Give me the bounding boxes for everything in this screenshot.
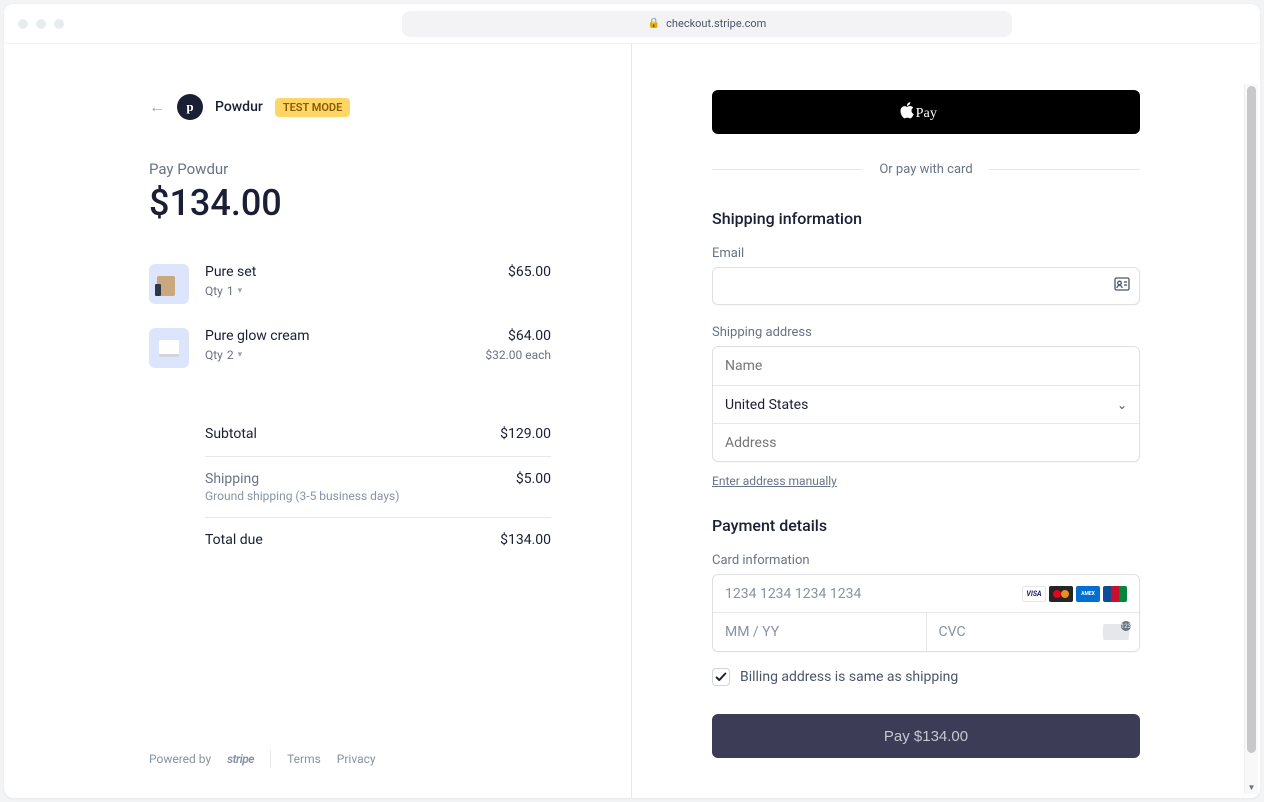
stripe-logo: stripe bbox=[227, 752, 254, 766]
privacy-link[interactable]: Privacy bbox=[337, 752, 376, 766]
browser-chrome: 🔒 checkout.stripe.com bbox=[4, 4, 1260, 44]
shipping-heading: Shipping information bbox=[712, 209, 1140, 228]
item-price-each: $32.00 each bbox=[485, 348, 551, 362]
card-brands: VISA AMEX bbox=[1022, 586, 1127, 602]
item-price: $64.00 bbox=[485, 328, 551, 344]
billing-same-checkbox[interactable] bbox=[712, 668, 730, 686]
country-select[interactable]: United States bbox=[725, 386, 1127, 423]
payment-form-panel: Pay Or pay with card Shipping informatio… bbox=[632, 44, 1260, 798]
svg-text:Pay: Pay bbox=[916, 105, 938, 121]
traffic-close[interactable] bbox=[18, 19, 28, 29]
cvc-card-icon bbox=[1103, 624, 1129, 640]
billing-same-label: Billing address is same as shipping bbox=[740, 669, 958, 685]
enter-manually-link[interactable]: Enter address manually bbox=[712, 474, 837, 488]
amex-icon: AMEX bbox=[1076, 586, 1100, 602]
shipping-address-label: Shipping address bbox=[712, 325, 1140, 340]
merchant-header: ← p Powdur TEST MODE bbox=[149, 94, 551, 120]
item-thumbnail bbox=[149, 264, 189, 304]
total-row: Total due $134.00 bbox=[205, 518, 551, 562]
card-expiry-input[interactable] bbox=[725, 624, 914, 640]
merchant-logo: p bbox=[177, 94, 203, 120]
item-name: Pure glow cream bbox=[205, 328, 469, 344]
merchant-name: Powdur bbox=[215, 99, 263, 115]
scroll-down-icon[interactable]: ▼ bbox=[1245, 780, 1258, 794]
check-icon bbox=[714, 670, 728, 684]
item-name: Pure set bbox=[205, 264, 492, 280]
divider-or: Or pay with card bbox=[712, 162, 1140, 177]
scrollbar-thumb[interactable] bbox=[1247, 86, 1256, 753]
apple-pay-button[interactable]: Pay bbox=[712, 90, 1140, 134]
chevron-down-icon: ▾ bbox=[238, 350, 243, 360]
item-qty-selector[interactable]: Qty 2 ▾ bbox=[205, 348, 469, 362]
billing-same-row: Billing address is same as shipping bbox=[712, 668, 1140, 686]
chevron-down-icon: ▾ bbox=[238, 286, 243, 296]
visa-icon: VISA bbox=[1022, 586, 1046, 602]
back-arrow-icon[interactable]: ← bbox=[149, 97, 165, 117]
card-cvc-input[interactable] bbox=[939, 624, 1128, 640]
card-number-input[interactable] bbox=[725, 586, 1022, 602]
email-input[interactable] bbox=[712, 267, 1140, 305]
lock-icon: 🔒 bbox=[648, 18, 660, 29]
pay-button[interactable]: Pay $134.00 bbox=[712, 714, 1140, 758]
item-qty-selector[interactable]: Qty 1 ▾ bbox=[205, 284, 492, 298]
mastercard-icon bbox=[1049, 586, 1073, 602]
subtotal-row: Subtotal $129.00 bbox=[205, 412, 551, 457]
card-group: VISA AMEX bbox=[712, 574, 1140, 652]
payment-heading: Payment details bbox=[712, 516, 1140, 535]
name-input[interactable] bbox=[725, 347, 1127, 385]
card-info-label: Card information bbox=[712, 553, 1140, 568]
line-item: Pure glow cream Qty 2 ▾ $64.00 $32.00 ea… bbox=[149, 328, 551, 368]
shipping-row: Shipping Ground shipping (3-5 business d… bbox=[205, 457, 551, 518]
browser-window: 🔒 checkout.stripe.com ← p Powdur TEST MO… bbox=[4, 4, 1260, 798]
email-label: Email bbox=[712, 246, 1140, 261]
address-input[interactable] bbox=[725, 424, 1127, 461]
traffic-max[interactable] bbox=[54, 19, 64, 29]
item-thumbnail bbox=[149, 328, 189, 368]
contact-card-icon[interactable] bbox=[1114, 277, 1130, 295]
traffic-min[interactable] bbox=[36, 19, 46, 29]
scrollbar[interactable]: ▲ ▼ bbox=[1244, 84, 1258, 794]
traffic-lights bbox=[18, 19, 64, 29]
jcb-icon bbox=[1103, 586, 1127, 602]
terms-link[interactable]: Terms bbox=[287, 752, 321, 766]
test-mode-badge: TEST MODE bbox=[275, 98, 350, 117]
url-bar[interactable]: 🔒 checkout.stripe.com bbox=[402, 11, 1012, 37]
shipping-address-group: United States ⌄ bbox=[712, 346, 1140, 462]
order-summary-panel: ← p Powdur TEST MODE Pay Powdur $134.00 … bbox=[4, 44, 632, 798]
apple-pay-icon: Pay bbox=[899, 102, 952, 122]
footer: Powered by stripe Terms Privacy bbox=[149, 750, 551, 768]
pay-label: Pay Powdur bbox=[149, 160, 551, 178]
url-text: checkout.stripe.com bbox=[666, 17, 766, 30]
total-amount: $134.00 bbox=[149, 182, 551, 224]
line-item: Pure set Qty 1 ▾ $65.00 bbox=[149, 264, 551, 304]
item-price: $65.00 bbox=[508, 264, 551, 280]
